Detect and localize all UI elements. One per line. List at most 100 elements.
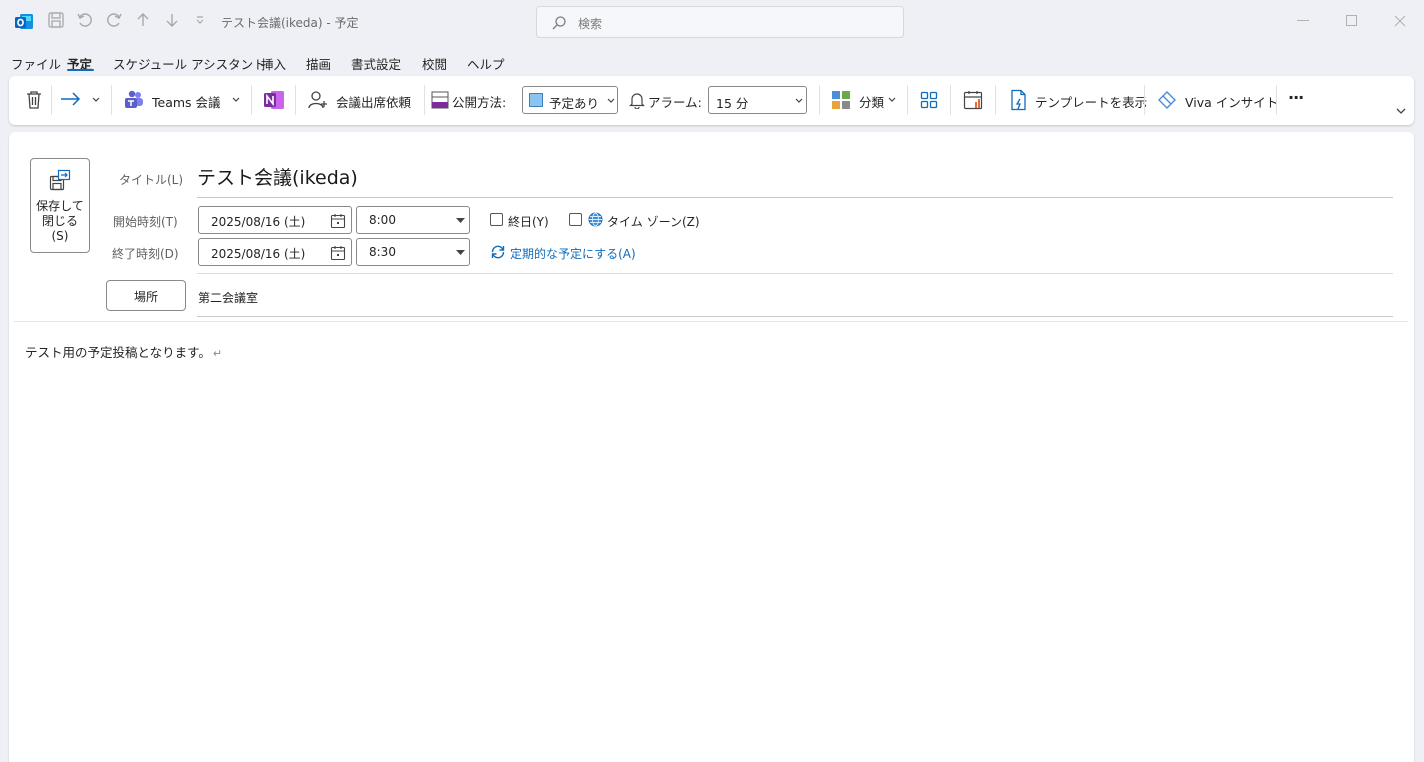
title-label: タイトル(L)	[119, 173, 184, 187]
separator	[51, 85, 52, 115]
start-time-label: 開始時刻(T)	[113, 215, 178, 229]
separator	[251, 85, 252, 115]
undo-icon[interactable]	[76, 11, 94, 29]
recurrence-icon[interactable]	[490, 245, 506, 259]
end-date-picker[interactable]: 2025/08/16 (土)	[198, 238, 352, 266]
search-placeholder: 検索	[578, 17, 603, 31]
busy-color-swatch	[529, 93, 543, 107]
separator	[1144, 85, 1145, 115]
show-as-dropdown[interactable]: 予定あり	[522, 86, 618, 114]
globe-icon	[588, 212, 603, 227]
chevron-down-icon[interactable]	[888, 97, 896, 103]
show-as-value: 予定あり	[549, 96, 600, 111]
search-box[interactable]: 検索	[536, 6, 904, 38]
search-icon	[552, 16, 566, 30]
reminder-dropdown[interactable]: 15 分	[708, 86, 807, 114]
all-day-label: 終日(Y)	[508, 215, 549, 229]
more-options-button[interactable]: ···	[1288, 88, 1304, 107]
maximize-icon[interactable]	[1346, 15, 1358, 27]
chevron-down-icon	[607, 98, 615, 103]
arrow-down-icon[interactable]	[163, 11, 181, 29]
viva-insights-label[interactable]: Viva インサイト	[1185, 92, 1278, 111]
separator	[950, 85, 951, 115]
bell-icon	[629, 93, 645, 109]
location-underline	[197, 316, 1393, 317]
all-day-checkbox[interactable]	[490, 213, 503, 226]
show-as-icon	[431, 91, 449, 109]
tab-draw[interactable]: 描画	[306, 54, 331, 73]
title-underline	[197, 197, 1393, 198]
expand-ribbon-chevron-icon[interactable]	[1396, 108, 1406, 115]
reminder-label: アラーム:	[648, 95, 702, 110]
ribbon-toolbar: Teams 会議 会議出席依頼 公開方法: 予定あり アラーム: 15 分 分類…	[9, 76, 1414, 125]
save-close-icon	[49, 169, 71, 191]
title-input[interactable]: テスト会議(ikeda)	[197, 163, 358, 190]
separator	[995, 85, 996, 115]
body-divider	[14, 321, 1408, 322]
chevron-down-icon	[456, 218, 465, 223]
chevron-down-icon	[456, 250, 465, 255]
start-time-value: 8:00	[369, 213, 396, 227]
separator	[907, 85, 908, 115]
calendar-icon[interactable]	[330, 213, 346, 229]
chevron-down-icon[interactable]	[92, 97, 100, 103]
customize-toolbar-icon[interactable]	[195, 15, 205, 25]
tab-review[interactable]: 校閲	[422, 54, 447, 73]
end-time-value: 8:30	[369, 245, 396, 259]
teams-icon[interactable]	[123, 90, 145, 110]
arrow-up-icon[interactable]	[134, 11, 152, 29]
close-icon[interactable]	[1394, 15, 1406, 27]
location-button-label: 場所	[133, 290, 158, 304]
invite-attendees-icon[interactable]	[307, 90, 329, 110]
minimize-icon[interactable]	[1297, 20, 1309, 22]
window-title: テスト会議(ikeda) - 予定	[221, 16, 359, 30]
body-text: テスト用の予定投稿となります。	[25, 345, 211, 360]
end-time-dropdown[interactable]: 8:30	[356, 238, 470, 266]
save-and-close-button[interactable]: 保存して 閉じる (S)	[30, 158, 90, 253]
tab-insert[interactable]: 挿入	[261, 54, 286, 73]
title-bar: テスト会議(ikeda) - 予定 検索	[0, 0, 1424, 44]
categorize-icon[interactable]	[831, 90, 851, 110]
start-date-value: 2025/08/16 (土)	[211, 215, 306, 229]
reminder-value: 15 分	[716, 96, 749, 111]
separator	[1276, 85, 1277, 115]
outlook-app-icon	[15, 14, 33, 29]
tab-help[interactable]: ヘルプ	[467, 54, 505, 73]
separator	[819, 85, 820, 115]
timezone-checkbox[interactable]	[569, 213, 582, 226]
location-button[interactable]: 場所	[106, 280, 186, 311]
separator	[424, 85, 425, 115]
ribbon-tabs: ファイル 予定 スケジュール アシスタント 挿入 描画 書式設定 校閲 ヘルプ	[0, 50, 1424, 74]
make-recurring-link[interactable]: 定期的な予定にする(A)	[510, 245, 636, 262]
active-tab-indicator	[67, 69, 94, 71]
teams-meeting-label[interactable]: Teams 会議	[152, 92, 221, 111]
end-time-label: 終了時刻(D)	[112, 247, 179, 261]
viva-insights-icon[interactable]	[1157, 90, 1177, 110]
start-time-dropdown[interactable]: 8:00	[356, 206, 470, 234]
calendar-icon[interactable]	[330, 245, 346, 261]
view-templates-label[interactable]: テンプレートを表示	[1035, 92, 1147, 111]
apps-grid-icon[interactable]	[920, 91, 938, 109]
location-input[interactable]: 第二会議室	[198, 289, 258, 306]
end-date-value: 2025/08/16 (土)	[211, 247, 306, 261]
redo-icon[interactable]	[105, 11, 123, 29]
save-and-close-label: 保存して 閉じる (S)	[36, 199, 84, 243]
chevron-down-icon	[795, 98, 803, 103]
categorize-label[interactable]: 分類	[859, 92, 884, 111]
tab-format[interactable]: 書式設定	[351, 54, 401, 73]
scheduling-poll-icon[interactable]	[963, 90, 985, 110]
separator	[295, 85, 296, 115]
tab-file[interactable]: ファイル	[11, 54, 61, 73]
forward-icon[interactable]	[60, 91, 82, 107]
onenote-icon[interactable]	[263, 90, 285, 110]
start-date-picker[interactable]: 2025/08/16 (土)	[198, 206, 352, 234]
invite-attendees-label[interactable]: 会議出席依頼	[336, 92, 411, 111]
message-body[interactable]: テスト用の予定投稿となります。 ↵	[25, 342, 222, 361]
separator	[111, 85, 112, 115]
save-icon[interactable]	[47, 11, 65, 29]
delete-icon[interactable]	[25, 90, 43, 110]
show-as-label: 公開方法:	[452, 95, 507, 110]
tab-scheduling-assistant[interactable]: スケジュール アシスタント	[113, 54, 266, 73]
chevron-down-icon[interactable]	[232, 97, 240, 103]
templates-icon[interactable]	[1009, 89, 1029, 111]
